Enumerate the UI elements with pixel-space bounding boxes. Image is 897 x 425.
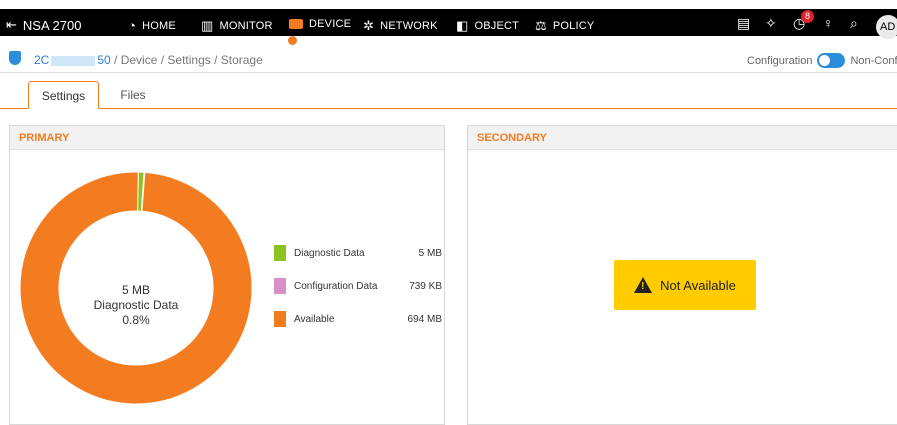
- nav-object[interactable]: ◧ OBJECT: [456, 18, 519, 34]
- nav-monitor[interactable]: ▥ MONITOR: [201, 18, 273, 34]
- secondary-title: SECONDARY: [468, 126, 897, 150]
- nav-network[interactable]: ✲ NETWORK: [363, 18, 438, 34]
- redacted-serial: [51, 55, 96, 66]
- config-toggle[interactable]: [817, 53, 846, 68]
- legend-item[interactable]: Configuration Data 739 KB: [272, 278, 442, 294]
- nav-device[interactable]: DEVICE: [289, 18, 351, 30]
- tab-bar: Settings Files: [0, 81, 897, 109]
- storage-donut-chart: 5 MB Diagnostic Data 0.8%: [19, 171, 253, 405]
- donut-center-percent: 0.8%: [122, 313, 150, 327]
- nav-network-label: NETWORK: [380, 20, 438, 32]
- breadcrumb: 2C 50 / Device / Settings / Storage: [34, 53, 263, 67]
- search-icon[interactable]: ⌕: [850, 15, 858, 32]
- product-menu[interactable]: ⇤ NSA 2700: [6, 17, 81, 33]
- serial-suffix[interactable]: 50: [97, 53, 110, 67]
- notification-badge: 8: [801, 10, 814, 23]
- legend-name: Configuration Data: [294, 281, 378, 292]
- avatar[interactable]: AD: [876, 15, 897, 39]
- non-config-label: Non-Config: [850, 54, 897, 67]
- active-nav-indicator: [288, 36, 297, 45]
- nav-policy-label: POLICY: [552, 20, 595, 32]
- nav-object-label: OBJECT: [474, 20, 520, 32]
- home-icon: ◔: [128, 18, 137, 33]
- monitor-icon: ▥: [201, 18, 214, 33]
- nav-policy[interactable]: ⚖ POLICY: [535, 18, 594, 34]
- nav-monitor-label: MONITOR: [219, 20, 273, 32]
- warning-icon: !: [634, 277, 653, 293]
- tab-files[interactable]: Files: [110, 81, 156, 109]
- legend-name: Diagnostic Data: [294, 248, 365, 259]
- nav-home-label: HOME: [142, 19, 176, 32]
- primary-panel: PRIMARY 5 MB Diagnostic Data 0.8% Diagno…: [9, 125, 445, 425]
- donut-center-size: 5 MB: [122, 283, 150, 297]
- secondary-panel: SECONDARY ! Not Available: [467, 125, 897, 425]
- console-icon[interactable]: ▤: [737, 15, 750, 32]
- legend-item[interactable]: Diagnostic Data 5 MB: [272, 245, 442, 261]
- tab-settings[interactable]: Settings: [28, 81, 99, 109]
- config-mode-switch: Configuration Non-Config: [747, 53, 897, 68]
- nav-home[interactable]: ◔ HOME: [128, 18, 176, 33]
- legend-name: Available: [294, 314, 335, 325]
- breadcrumb-bar: 2C 50 / Device / Settings / Storage Confi…: [0, 45, 897, 73]
- breadcrumb-path: / Device / Settings / Storage: [110, 53, 263, 67]
- legend-item[interactable]: Available 694 MB: [272, 311, 442, 327]
- legend-swatch: [274, 245, 286, 261]
- legend-value: 694 MB: [407, 314, 442, 325]
- network-icon: ✲: [363, 18, 375, 33]
- legend-swatch: [274, 278, 286, 294]
- policy-icon: ⚖: [535, 18, 547, 33]
- collapse-menu-icon[interactable]: ⇤: [6, 17, 17, 33]
- config-label: Configuration: [747, 54, 813, 67]
- object-icon: ◧: [456, 18, 469, 33]
- serial-prefix[interactable]: 2C: [34, 53, 49, 67]
- top-navigation: ⇤ NSA 2700 ◔ HOME ▥ MONITOR DEVICE ✲ NET…: [0, 0, 897, 45]
- toggle-knob: [819, 55, 831, 66]
- legend-value: 5 MB: [418, 248, 442, 259]
- shield-icon: [9, 51, 21, 65]
- product-name: NSA 2700: [22, 17, 82, 33]
- legend-value: 739 KB: [409, 281, 442, 292]
- primary-title: PRIMARY: [10, 126, 444, 150]
- not-available-notice: ! Not Available: [614, 260, 756, 310]
- wizard-icon[interactable]: ✧: [765, 15, 777, 32]
- legend-swatch: [274, 311, 286, 327]
- not-available-text: Not Available: [660, 277, 736, 293]
- nav-device-label: DEVICE: [309, 18, 352, 30]
- donut-center-name: Diagnostic Data: [94, 298, 179, 312]
- lightbulb-icon[interactable]: ♀: [823, 15, 834, 31]
- device-icon: [289, 19, 303, 29]
